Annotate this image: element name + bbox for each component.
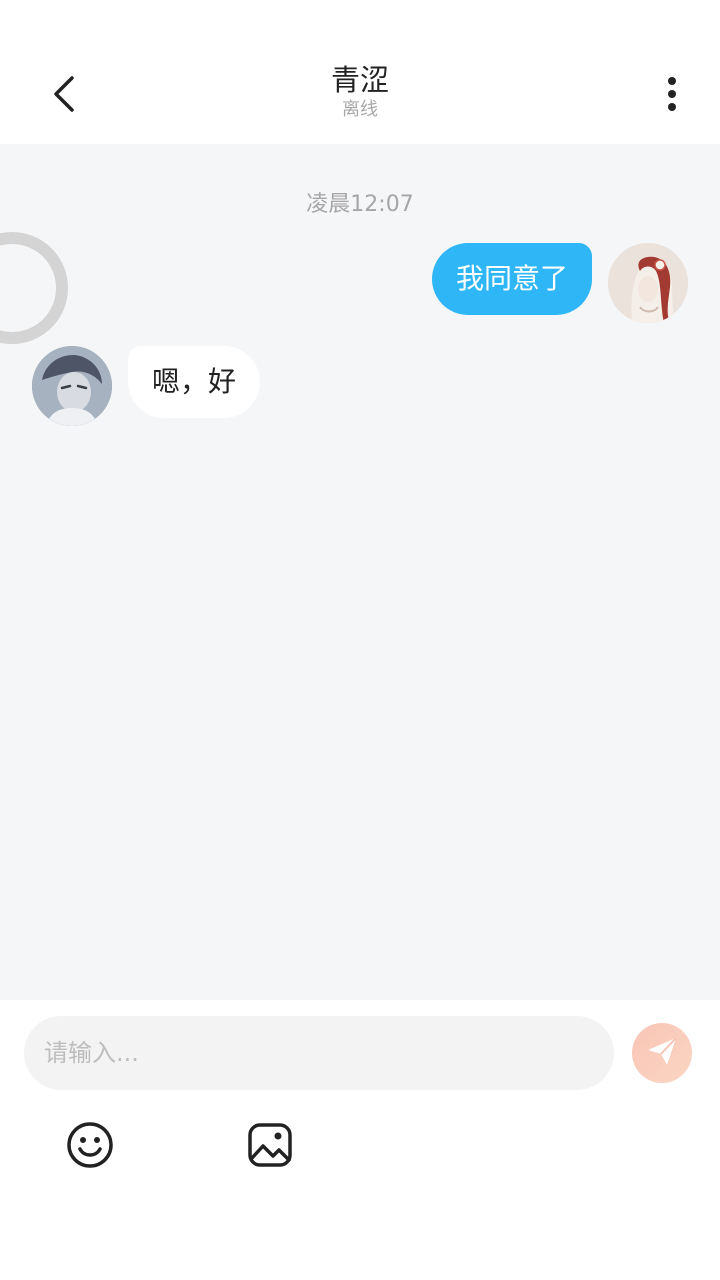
message-composer	[0, 1000, 720, 1280]
page-title: 青涩	[330, 63, 389, 97]
paper-plane-icon	[645, 1034, 679, 1072]
chevron-left-icon	[52, 75, 76, 117]
loading-spinner	[0, 232, 68, 344]
message-bubble-outgoing[interactable]: 我同意了	[431, 243, 592, 315]
more-options-button[interactable]	[652, 74, 692, 118]
chat-screen: 青涩 离线 凌晨12:07 我同意了 嗯，好 请输入...	[0, 0, 720, 1280]
avatar-contact[interactable]	[32, 346, 112, 426]
smiley-icon	[66, 1121, 114, 1173]
message-input[interactable]	[24, 1016, 614, 1090]
emoji-button[interactable]	[65, 1122, 115, 1172]
message-bubble-incoming[interactable]: 嗯，好	[128, 346, 261, 418]
message-list[interactable]: 凌晨12:07 我同意了 嗯，好	[0, 144, 720, 1000]
send-button[interactable]	[632, 1023, 692, 1083]
image-picker-button[interactable]	[245, 1122, 295, 1172]
avatar-me[interactable]	[608, 243, 688, 323]
back-button[interactable]	[36, 70, 92, 122]
header-bar: 青涩 离线	[0, 0, 720, 144]
contact-status: 离线	[342, 99, 378, 120]
message-timestamp: 凌晨12:07	[306, 192, 414, 217]
image-icon	[247, 1122, 293, 1172]
more-vertical-icon	[667, 76, 677, 116]
title-block: 青涩 离线	[160, 62, 560, 122]
